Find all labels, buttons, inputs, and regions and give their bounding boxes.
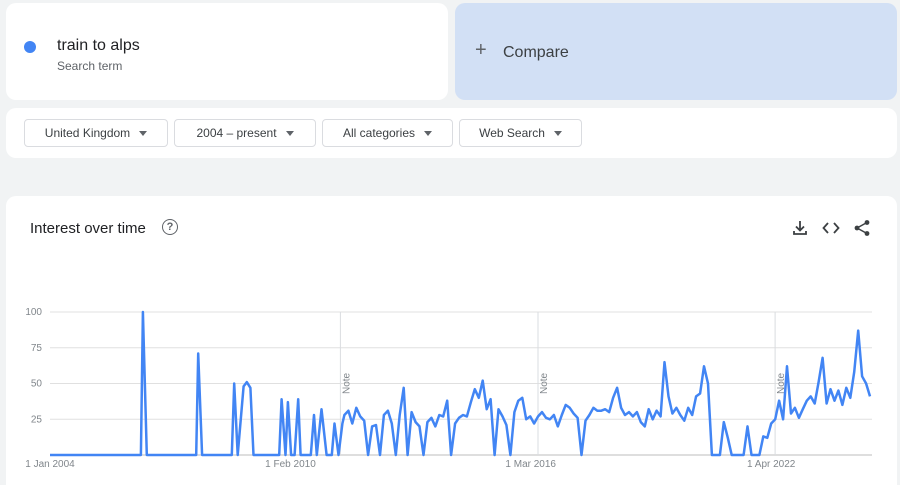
note-label: Note [341, 372, 352, 394]
x-tick-label: 1 Feb 2010 [265, 459, 316, 470]
interest-line-chart: 100 75 50 25 1 Jan 2004 1 Feb 2010 1 Mar 2016 1… [25, 307, 872, 470]
filter-search-type-dropdown[interactable]: Web Search [459, 119, 582, 147]
y-tick-label: 50 [31, 379, 43, 390]
filter-bar: United Kingdom 2004 – present All catego… [6, 108, 897, 158]
search-term-name: train to alps [57, 37, 140, 54]
caret-down-icon [553, 130, 562, 136]
caret-down-icon [285, 130, 294, 136]
y-tick-label: 100 [25, 307, 42, 318]
y-tick-label: 75 [31, 343, 43, 354]
caret-down-icon [139, 130, 148, 136]
search-term-color-dot [24, 41, 36, 53]
filter-time-range-label: 2004 – present [196, 126, 277, 140]
interest-over-time-panel: Interest over time ? 100 75 50 25 1 Jan 2004… [6, 196, 897, 485]
note-label: Note [539, 372, 550, 394]
search-term-card[interactable]: train to alps Search term [6, 3, 448, 100]
filter-time-range-dropdown[interactable]: 2004 – present [174, 119, 316, 147]
x-tick-label: 1 Mar 2016 [505, 459, 556, 470]
filter-location-label: United Kingdom [44, 126, 131, 140]
x-tick-label: 1 Apr 2022 [747, 459, 796, 470]
compare-label: Compare [503, 44, 569, 61]
filter-search-type-label: Web Search [479, 126, 545, 140]
y-tick-label: 25 [31, 414, 43, 425]
plus-icon: + [475, 39, 487, 61]
search-term-subtitle: Search term [57, 59, 123, 73]
filter-location-dropdown[interactable]: United Kingdom [24, 119, 168, 147]
compare-button[interactable]: + Compare [455, 3, 897, 100]
filter-category-dropdown[interactable]: All categories [322, 119, 453, 147]
x-tick-label: 1 Jan 2004 [25, 459, 75, 470]
filter-category-label: All categories [342, 126, 416, 140]
caret-down-icon [424, 130, 433, 136]
